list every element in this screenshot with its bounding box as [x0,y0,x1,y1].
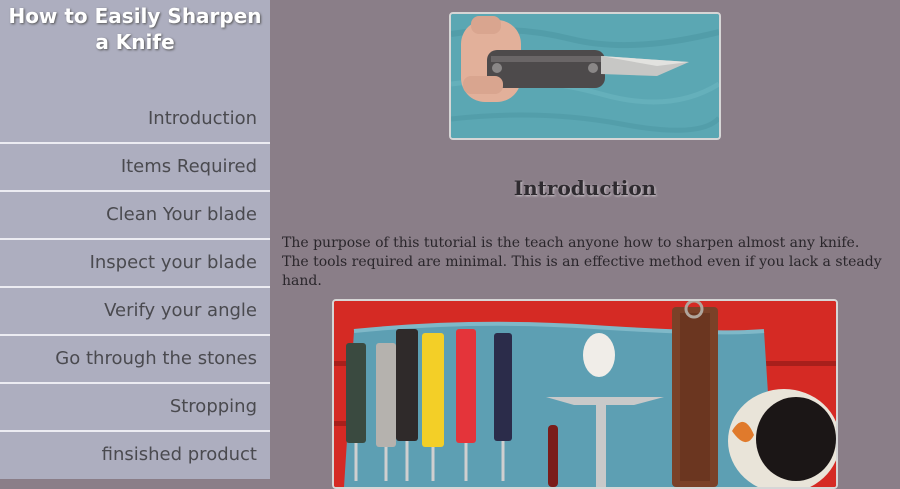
nav-item-introduction[interactable]: Introduction [0,96,270,144]
sidebar-nav: Introduction Items Required Clean Your b… [0,96,270,480]
main-content: Introduction The purpose of this tutoria… [270,0,900,489]
intro-paragraph: The purpose of this tutorial is the teac… [282,235,882,289]
tools-photo [332,299,838,489]
site-title: How to Easily Sharpen a Knife [8,4,262,54]
nav-item-stropping[interactable]: Stropping [0,384,270,432]
nav-item-inspect-blade[interactable]: Inspect your blade [0,240,270,288]
section-heading: Introduction [513,176,657,200]
nav-item-clean-blade[interactable]: Clean Your blade [0,192,270,240]
knife-photo-illustration [451,14,719,138]
nav-item-finished-product[interactable]: finsished product [0,432,270,480]
tools-photo-illustration [334,301,836,487]
sidebar: How to Easily Sharpen a Knife Introducti… [0,0,270,479]
nav-item-items-required[interactable]: Items Required [0,144,270,192]
nav-item-stones[interactable]: Go through the stones [0,336,270,384]
nav-item-verify-angle[interactable]: Verify your angle [0,288,270,336]
knife-photo [449,12,721,140]
